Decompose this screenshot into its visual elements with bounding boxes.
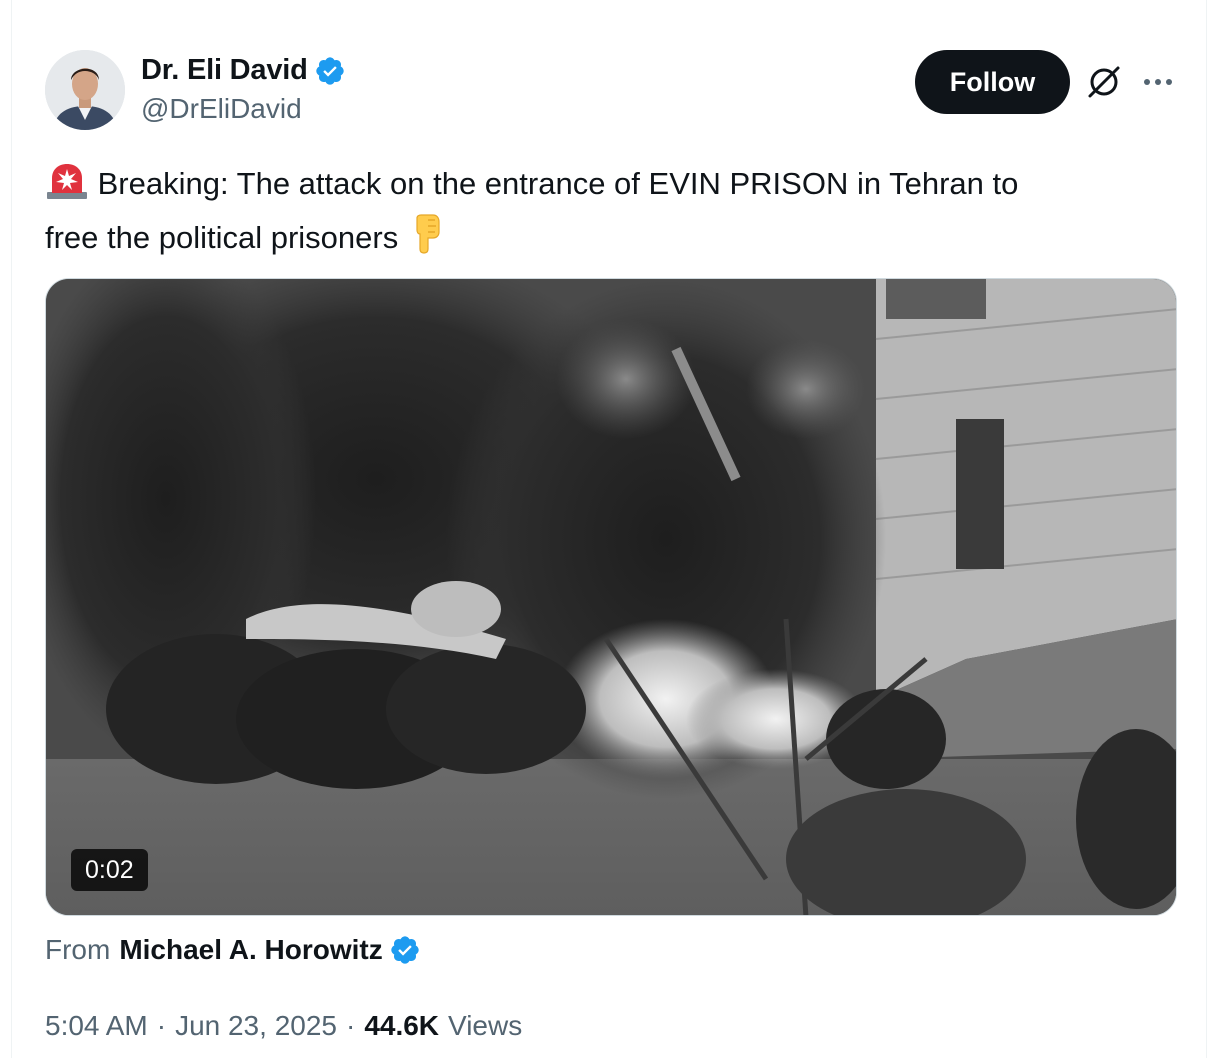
tweet-date[interactable]: Jun 23, 2025 — [175, 1010, 337, 1042]
avatar[interactable] — [45, 50, 125, 130]
author-handle[interactable]: @DrEliDavid — [141, 93, 302, 125]
meta-separator: · — [345, 1010, 356, 1041]
pointing-down-emoji-icon — [407, 214, 443, 268]
video-duration-badge: 0:02 — [71, 849, 148, 891]
tweet-meta: 5:04 AM · Jun 23, 2025 · 44.6K Views — [45, 1010, 522, 1042]
follow-button[interactable]: Follow — [915, 50, 1070, 114]
views-count: 44.6K — [364, 1010, 440, 1041]
meta-separator: · — [156, 1010, 167, 1041]
views-label: Views — [448, 1010, 523, 1041]
video-source-attribution: From Michael A. Horowitz — [45, 934, 421, 966]
tweet-text-line-1: Breaking: The attack on the entrance of … — [97, 166, 1019, 201]
grok-icon[interactable] — [1086, 64, 1122, 100]
source-verified-badge-icon — [389, 934, 421, 966]
tweet-text: Breaking: The attack on the entrance of … — [45, 160, 1175, 268]
from-label: From — [45, 934, 111, 965]
tweet-text-line-2: free the political prisoners — [45, 220, 399, 255]
tweet-time[interactable]: 5:04 AM — [45, 1010, 148, 1042]
author-name-row[interactable]: Dr. Eli David — [141, 54, 346, 87]
video-player[interactable] — [45, 278, 1177, 916]
verified-badge-icon — [314, 55, 346, 87]
alert-emoji-icon — [45, 162, 89, 214]
source-account-link[interactable]: Michael A. Horowitz — [119, 934, 382, 966]
more-options-icon[interactable] — [1140, 68, 1176, 96]
author-display-name[interactable]: Dr. Eli David — [141, 54, 308, 87]
